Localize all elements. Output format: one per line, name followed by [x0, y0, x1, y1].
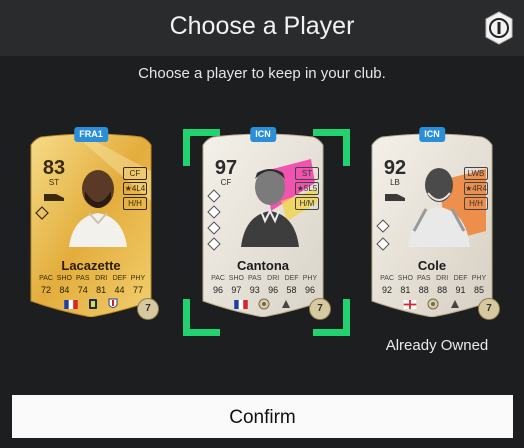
- stat-label-pac: PAC: [211, 275, 225, 282]
- card-badges: [27, 298, 155, 310]
- stat-labels: PAC SHO PAS DRI DEF PHY: [378, 275, 488, 282]
- card-tag: ICN: [250, 127, 276, 142]
- chemistry-badge: 7: [137, 298, 159, 320]
- player-portrait: [408, 168, 470, 247]
- dialog-title: Choose a Player: [169, 12, 355, 40]
- player-portrait: [69, 170, 127, 247]
- stat-label-def: DEF: [453, 275, 468, 282]
- card-player-name: Cantona: [237, 258, 289, 273]
- stat-labels: PAC SHO PAS DRI DEF PHY: [37, 275, 147, 282]
- stat-value-sho: 97: [231, 285, 242, 295]
- stat-label-sho: SHO: [397, 275, 413, 282]
- confirm-button[interactable]: Confirm: [12, 395, 513, 438]
- playstyle-icon: [207, 205, 221, 219]
- icons-club-icon: [451, 300, 459, 308]
- stat-label-pac: PAC: [39, 275, 53, 282]
- playstyle-icon: [376, 237, 390, 251]
- stat-value-phy: 85: [473, 285, 484, 295]
- icons-club-icon: [282, 300, 290, 308]
- stat-value-dri: 81: [96, 285, 107, 295]
- card-tag: ICN: [419, 127, 445, 142]
- stat-value-pas: 93: [249, 285, 260, 295]
- stat-label-def: DEF: [112, 275, 127, 282]
- stat-label-dri: DRI: [436, 275, 449, 282]
- stat-label-phy: PHY: [302, 275, 318, 282]
- icons-league-icon: [427, 298, 439, 310]
- stat-label-phy: PHY: [471, 275, 487, 282]
- dialog-subtitle: Choose a player to keep in your club.: [138, 65, 386, 82]
- stat-label-sho: SHO: [228, 275, 244, 282]
- player-portrait: [241, 169, 299, 247]
- card-player-name: Lacazette: [61, 258, 121, 273]
- choose-player-dialog: Choose a Player Choose a player to keep …: [0, 0, 524, 448]
- card-badges: [199, 298, 327, 310]
- card-badges: [368, 298, 496, 310]
- england-flag-icon: [403, 299, 417, 309]
- playstyle-icon: [35, 206, 49, 220]
- stat-label-phy: PHY: [130, 275, 146, 282]
- club-badge-icon: [485, 11, 513, 45]
- stat-label-dri: DRI: [267, 275, 280, 282]
- stat-label-pas: PAS: [76, 275, 90, 282]
- stat-values: 92 81 88 88 91 85: [378, 285, 488, 295]
- stat-value-pas: 74: [77, 285, 88, 295]
- boot-icon: [385, 194, 405, 201]
- player-card-cole[interactable]: ICN 92 LB LWB ★4R4 H/H Cole PAC SHO PAS …: [368, 127, 500, 320]
- already-owned-label: Already Owned: [385, 337, 489, 354]
- stat-value-def: 58: [286, 285, 297, 295]
- france-flag-icon: [234, 299, 248, 309]
- stat-values: 72 84 74 81 44 77: [37, 285, 147, 295]
- card-tag: FRA1: [74, 127, 108, 142]
- stat-label-dri: DRI: [95, 275, 108, 282]
- stat-value-pac: 92: [381, 285, 392, 295]
- france-flag-icon: [64, 299, 78, 309]
- chemistry-badge: 7: [478, 298, 500, 320]
- stat-value-dri: 96: [268, 285, 279, 295]
- chemistry-badge: 7: [309, 298, 331, 320]
- stat-labels: PAC SHO PAS DRI DEF PHY: [209, 275, 319, 282]
- stat-value-dri: 88: [437, 285, 448, 295]
- card-player-name: Cole: [417, 258, 447, 273]
- stat-value-def: 91: [455, 285, 466, 295]
- stat-values: 96 97 93 96 58 96: [209, 285, 319, 295]
- stat-value-pac: 72: [40, 285, 51, 295]
- playstyle-icon: [207, 189, 221, 203]
- club-crest-icon: [108, 298, 118, 308]
- playstyle-icon: [207, 221, 221, 235]
- stat-label-def: DEF: [284, 275, 299, 282]
- player-card-cantona[interactable]: ICN 97 CF ST ★5L5 H/M Cantona PAC SHO PA…: [199, 127, 331, 320]
- boot-icon: [44, 194, 64, 201]
- playstyle-icon: [376, 219, 390, 233]
- icons-league-icon: [258, 298, 270, 310]
- stat-value-pas: 88: [418, 285, 429, 295]
- stat-label-sho: SHO: [56, 275, 72, 282]
- playstyle-icon: [207, 237, 221, 251]
- stat-label-pas: PAS: [417, 275, 431, 282]
- player-card-lacazette[interactable]: FRA1 83 ST CF ★4L4 H/H Lacazette PAC SHO…: [27, 127, 159, 320]
- stat-value-sho: 81: [400, 285, 411, 295]
- stat-value-phy: 77: [132, 285, 143, 295]
- stat-value-sho: 84: [59, 285, 70, 295]
- stat-value-phy: 96: [304, 285, 315, 295]
- dialog-header: Choose a Player: [0, 0, 524, 56]
- stat-label-pac: PAC: [380, 275, 394, 282]
- stat-label-pas: PAS: [248, 275, 262, 282]
- league-icon: [89, 299, 97, 309]
- stat-value-def: 44: [114, 285, 125, 295]
- stat-value-pac: 96: [212, 285, 223, 295]
